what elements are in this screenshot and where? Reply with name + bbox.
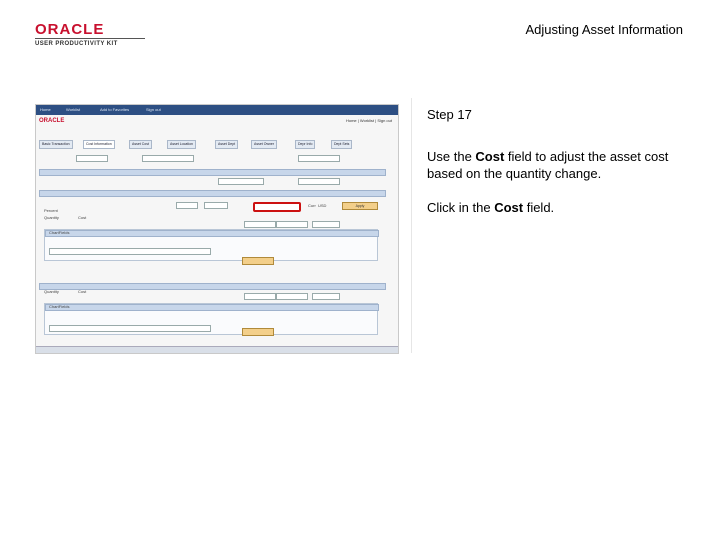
- app-section-header: [39, 190, 386, 197]
- app-field[interactable]: [76, 155, 108, 162]
- divider: [411, 98, 412, 353]
- app-action-button[interactable]: [242, 328, 274, 336]
- chartfields-grid: ChartFields: [44, 303, 379, 335]
- app-field[interactable]: [49, 325, 211, 332]
- app-top-bar-link: Sign out: [146, 107, 161, 112]
- app-oracle-logo: ORACLE: [39, 118, 65, 124]
- instruction-text: Use the: [427, 149, 476, 164]
- app-header-link: Worklist: [359, 118, 375, 123]
- tab-asset-cost[interactable]: Asset Cost: [129, 140, 152, 149]
- app-field[interactable]: [49, 248, 211, 255]
- tab-dept-sets[interactable]: Dept Sets: [331, 140, 353, 149]
- logo-rule: [35, 38, 145, 39]
- app-top-bar: Home Worklist Add to Favorites Sign out: [36, 105, 398, 115]
- page-title: Adjusting Asset Information: [525, 22, 683, 37]
- oracle-upk-logo: ORACLE USER PRODUCTIVITY KIT: [35, 22, 145, 48]
- app-section-header: [39, 169, 386, 176]
- action-text: field.: [523, 200, 555, 215]
- app-currency-value: USD: [318, 203, 327, 208]
- apply-button[interactable]: Apply: [342, 202, 378, 210]
- field-name: Cost: [494, 200, 524, 215]
- tab-asset-owner[interactable]: Asset Owner: [251, 140, 278, 149]
- chartfields-grid-header: [45, 230, 379, 237]
- app-field[interactable]: [244, 293, 276, 300]
- app-section-header: [39, 283, 386, 290]
- app-currency-label: Curr: [308, 203, 316, 208]
- cost-field-highlight[interactable]: [253, 202, 301, 212]
- app-field[interactable]: [218, 178, 264, 185]
- application-screenshot: Home Worklist Add to Favorites Sign out …: [35, 104, 399, 354]
- app-quantity-label: Quantity: [44, 215, 59, 220]
- app-cost-label: Cost: [78, 289, 87, 294]
- app-quantity-label: Quantity: [44, 289, 59, 294]
- tab-cost-information[interactable]: Cost Information: [83, 140, 115, 149]
- app-percent-label: Percent: [44, 208, 58, 213]
- app-field[interactable]: [276, 293, 308, 300]
- step-instruction: Use the Cost field to adjust the asset c…: [427, 148, 687, 182]
- app-bottom-bar: [36, 346, 398, 353]
- logo-subtitle: USER PRODUCTIVITY KIT: [35, 41, 118, 47]
- app-field[interactable]: [298, 155, 340, 162]
- app-field[interactable]: [312, 221, 340, 228]
- app-action-button[interactable]: [242, 257, 274, 265]
- quantity-input[interactable]: [204, 202, 228, 209]
- app-header-links: Home | Worklist | Sign out: [345, 118, 392, 123]
- chartfields-grid-title: ChartFields: [49, 230, 70, 235]
- chartfields-grid-title: ChartFields: [49, 304, 70, 309]
- app-field[interactable]: [244, 221, 276, 228]
- app-field[interactable]: [298, 178, 340, 185]
- tab-depr-info[interactable]: Depr Info: [295, 140, 316, 149]
- app-tab-strip: Basic Transaction Cost Information Asset…: [39, 140, 394, 149]
- tab-asset-dept[interactable]: Asset Dept: [215, 140, 239, 149]
- app-field[interactable]: [276, 221, 308, 228]
- app-field[interactable]: [312, 293, 340, 300]
- tab-basic-transaction[interactable]: Basic Transaction: [39, 140, 73, 149]
- field-name: Cost: [475, 149, 505, 164]
- chartfields-grid: ChartFields: [44, 229, 379, 261]
- app-header-link: Sign out: [377, 118, 392, 123]
- app-cost-label: Cost: [78, 215, 87, 220]
- percent-input[interactable]: [176, 202, 198, 209]
- app-top-bar-link: Worklist: [66, 107, 81, 112]
- action-text: Click in the: [427, 200, 495, 215]
- step-action: Click in the Cost field.: [427, 200, 687, 215]
- app-top-bar-link: Home: [40, 107, 51, 112]
- chartfields-grid-header: [45, 304, 379, 311]
- tab-asset-location[interactable]: Asset Location: [167, 140, 196, 149]
- oracle-wordmark: ORACLE: [35, 21, 105, 38]
- app-header-link: Home: [345, 118, 357, 123]
- app-field[interactable]: [142, 155, 194, 162]
- app-top-bar-link: Add to Favorites: [100, 107, 130, 112]
- step-number: Step 17: [427, 107, 472, 122]
